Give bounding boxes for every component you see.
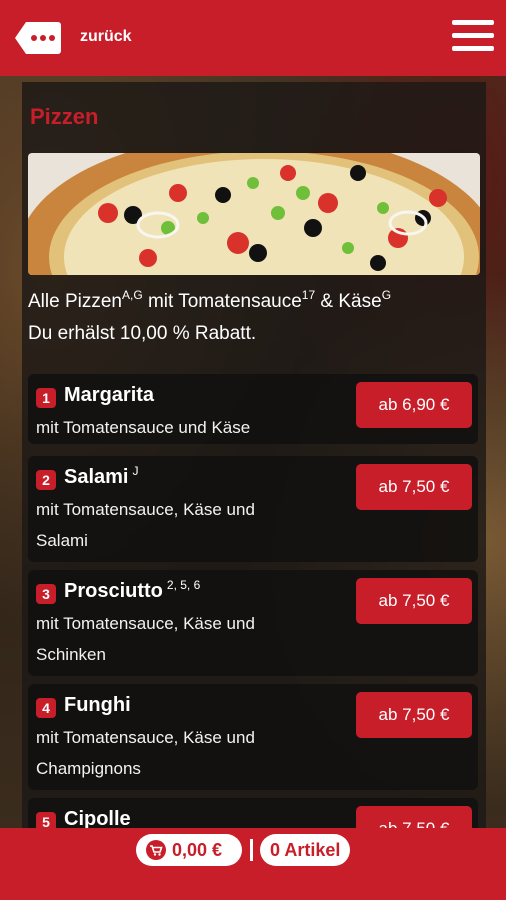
- pizza-image: [28, 153, 480, 275]
- item-name: Cipolle: [64, 808, 131, 830]
- menu-item[interactable]: 1 Margarita mit Tomatensauce und Käse ab…: [28, 374, 478, 444]
- divider: [250, 839, 253, 861]
- item-name: Salami J: [64, 464, 139, 488]
- hamburger-menu-icon[interactable]: [452, 20, 494, 54]
- item-number: 2: [36, 470, 56, 490]
- menu-item[interactable]: 5 Cipolle ab 7,50 €: [28, 798, 478, 830]
- section-intro: Alle PizzenA,G mit Tomatensauce17 & Käse…: [28, 286, 480, 350]
- price-button[interactable]: ab 7,50 €: [356, 692, 472, 738]
- section-title: Pizzen: [30, 104, 99, 129]
- price-button[interactable]: ab 7,50 €: [356, 578, 472, 624]
- item-number: 1: [36, 388, 56, 408]
- item-name: Margarita: [64, 384, 155, 406]
- back-button[interactable]: [14, 20, 62, 56]
- menu-item[interactable]: 4 Funghi mit Tomatensauce, Käse und Champ…: [28, 684, 478, 790]
- menu-item[interactable]: 2 Salami J mit Tomatensauce, Käse und Sala…: [28, 456, 478, 562]
- item-number: 3: [36, 584, 56, 604]
- item-name: Prosciutto 2, 5, 6: [64, 578, 201, 602]
- item-number: 4: [36, 698, 56, 718]
- menu-item[interactable]: 3 Prosciutto 2, 5, 6 mit Tomatensauce, Kä…: [28, 570, 478, 676]
- cart-total: 0,00 €: [172, 840, 223, 860]
- more-dots-back-icon: [15, 22, 61, 54]
- item-description: mit Tomatensauce, Käse und Schinken: [36, 614, 255, 664]
- item-description: mit Tomatensauce, Käse und Salami: [36, 500, 255, 550]
- price-button[interactable]: ab 7,50 €: [356, 806, 472, 830]
- cart-total-button[interactable]: 0,00 €: [136, 834, 242, 866]
- price-button[interactable]: ab 7,50 €: [356, 464, 472, 510]
- back-label[interactable]: zurück: [80, 28, 132, 46]
- item-name: Funghi: [64, 694, 131, 716]
- top-bar: zurück: [0, 0, 506, 76]
- discount-note: Du erhälst 10,00 % Rabatt.: [28, 323, 257, 344]
- item-description: mit Tomatensauce, Käse und Champignons: [36, 728, 255, 778]
- item-description: mit Tomatensauce und Käse: [36, 418, 251, 437]
- allergen-note: Alle PizzenA,G mit Tomatensauce17 & Käse…: [28, 288, 392, 312]
- article-count-button[interactable]: 0 Artikel: [260, 834, 351, 866]
- menu-panel: Pizzen Alle PizzenA,G mit Tomatensauce17…: [22, 82, 486, 830]
- price-button[interactable]: ab 6,90 €: [356, 382, 472, 428]
- shopping-cart-icon: [146, 840, 166, 860]
- bottom-bar: 0,00 € 0 Artikel: [0, 828, 506, 900]
